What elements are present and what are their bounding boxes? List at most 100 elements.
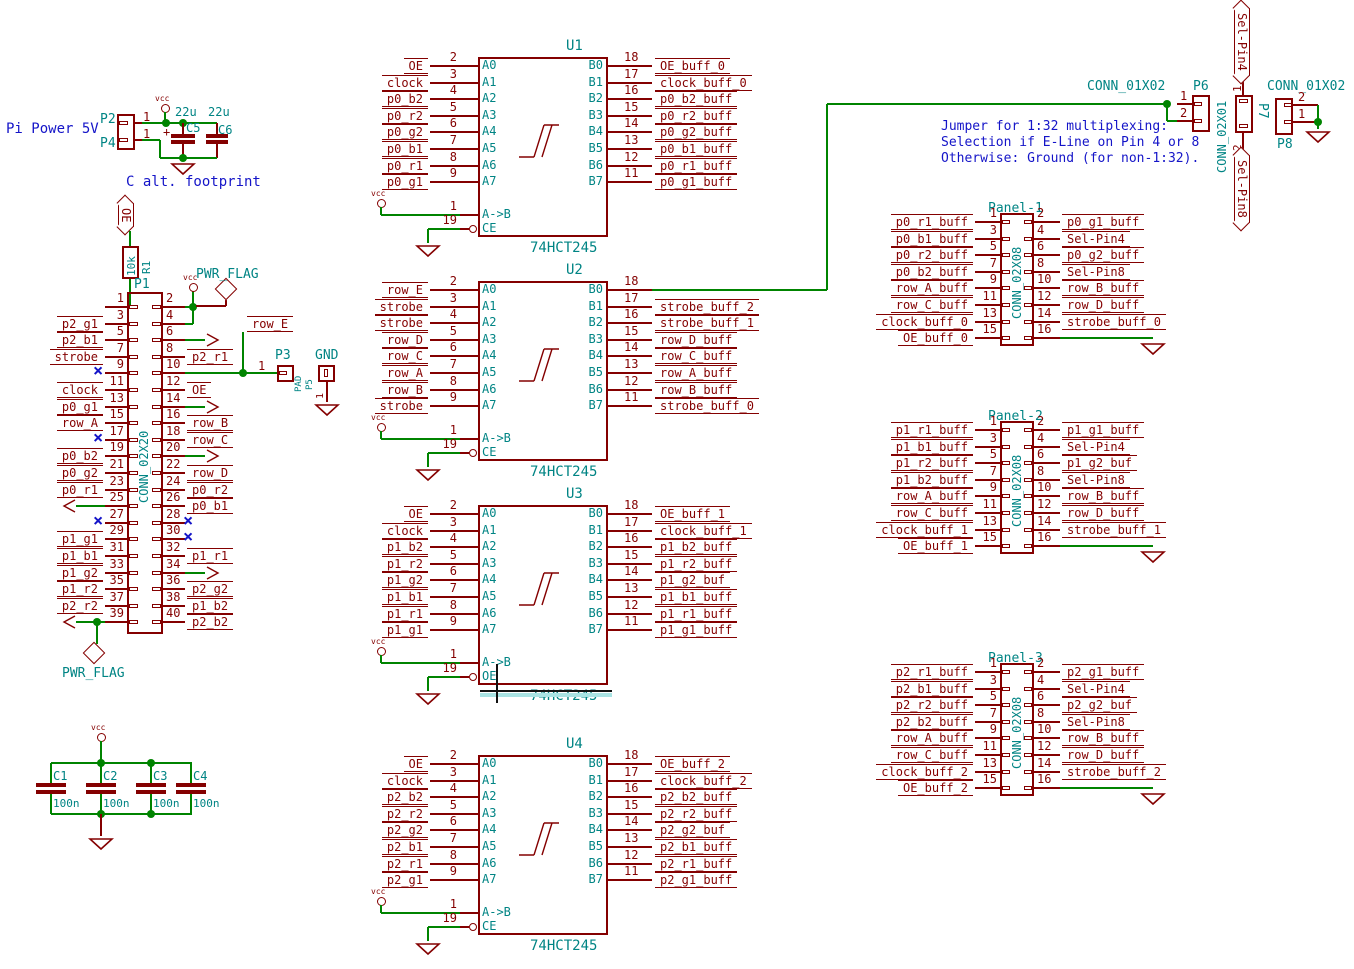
global-label-p1_g2[interactable]: p1_g2 bbox=[382, 572, 428, 588]
global-label-p1_r1[interactable]: p1_r1 bbox=[382, 606, 428, 622]
global-label-row_C[interactable]: row_C bbox=[382, 348, 428, 364]
global-label-p1_b1_buff[interactable]: p1_b1_buff bbox=[891, 439, 973, 455]
global-label-row_C_buff[interactable]: row_C_buff bbox=[655, 348, 737, 364]
global-label-p1_r2[interactable]: p1_r2 bbox=[382, 556, 428, 572]
global-label-OE_buff_1[interactable]: OE_buff_1 bbox=[898, 538, 973, 554]
global-label-p1_g1_buff[interactable]: p1_g1_buff bbox=[1062, 422, 1144, 438]
global-label-strobe_buff_1[interactable]: strobe_buff_1 bbox=[1062, 522, 1166, 538]
global-label-p0_b2[interactable]: p0_b2 bbox=[382, 91, 428, 107]
global-label-row_C_buff[interactable]: row_C_buff bbox=[891, 505, 973, 521]
global-label-row_D[interactable]: row_D bbox=[382, 332, 428, 348]
global-label-strobe_buff_2[interactable]: strobe_buff_2 bbox=[655, 299, 759, 315]
global-label-OE_buff_0[interactable]: OE_buff_0 bbox=[898, 330, 973, 346]
global-label-p0_g2[interactable]: p0_g2 bbox=[57, 465, 103, 481]
global-label-row_D_buff[interactable]: row_D_buff bbox=[1062, 747, 1144, 763]
note-jumper-line3[interactable]: Otherwise: Ground (for non-1:32). bbox=[941, 152, 1199, 165]
global-label-p1_g1[interactable]: p1_g1 bbox=[382, 622, 428, 638]
global-label-p0_b2_buff[interactable]: p0_b2_buff bbox=[655, 91, 737, 107]
global-label-row_B_buff[interactable]: row_B_buff bbox=[1062, 280, 1144, 296]
global-label-row_A_buff[interactable]: row_A_buff bbox=[891, 488, 973, 504]
global-label-p2_r1_buff[interactable]: p2_r1_buff bbox=[891, 664, 973, 680]
global-label-p1_g1[interactable]: p1_g1 bbox=[57, 531, 103, 547]
global-label-Sel-Pin8[interactable]: Sel-Pin8 bbox=[1062, 472, 1130, 488]
global-label-strobe[interactable]: strobe bbox=[375, 315, 428, 331]
global-label-p2_b2_buff[interactable]: p2_b2_buff bbox=[891, 714, 973, 730]
global-label-row_A_buff[interactable]: row_A_buff bbox=[891, 280, 973, 296]
global-label-p2_r1_buff[interactable]: p2_r1_buff bbox=[655, 856, 737, 872]
global-label-p0_g1[interactable]: p0_g1 bbox=[57, 399, 103, 415]
note-jumper-line1[interactable]: Jumper for 1:32 multiplexing: bbox=[941, 120, 1168, 133]
global-label-p2_g2[interactable]: p2_g2 bbox=[382, 822, 428, 838]
global-label-p2_r2_buff[interactable]: p2_r2_buff bbox=[655, 806, 737, 822]
global-label-OE[interactable]: OE bbox=[404, 506, 428, 522]
global-label-row_D_buff[interactable]: row_D_buff bbox=[1062, 297, 1144, 313]
global-label-p0_g1[interactable]: p0_g1 bbox=[382, 174, 428, 190]
global-label-p2_b1[interactable]: p2_b1 bbox=[57, 332, 103, 348]
global-label-row_D_buff[interactable]: row_D_buff bbox=[1062, 505, 1144, 521]
global-label-p0_r1_buff[interactable]: p0_r1_buff bbox=[655, 158, 737, 174]
global-label-row_E[interactable]: row_E bbox=[247, 316, 293, 332]
global-label-p2_r1[interactable]: p2_r1 bbox=[382, 856, 428, 872]
global-label-clock[interactable]: clock bbox=[382, 523, 428, 539]
global-label-p2_b2[interactable]: p2_b2 bbox=[382, 789, 428, 805]
global-label-p0_r1_buff[interactable]: p0_r1_buff bbox=[891, 214, 973, 230]
global-label-p1_b2_buff[interactable]: p1_b2_buff bbox=[655, 539, 737, 555]
global-label-p0_r2[interactable]: p0_r2 bbox=[382, 108, 428, 124]
global-label-p2_r2[interactable]: p2_r2 bbox=[57, 598, 103, 614]
global-label-OE[interactable]: OE bbox=[118, 203, 134, 227]
global-label-p0_r2_buff[interactable]: p0_r2_buff bbox=[891, 247, 973, 263]
global-label-p2_g1_buff[interactable]: p2_g1_buff bbox=[1062, 664, 1144, 680]
global-label-p1_r2_buff[interactable]: p1_r2_buff bbox=[891, 455, 973, 471]
global-label-p1_b2[interactable]: p1_b2 bbox=[382, 539, 428, 555]
global-label-row_A_buff[interactable]: row_A_buff bbox=[655, 365, 737, 381]
global-label-p0_g2_buff[interactable]: p0_g2_buff bbox=[655, 124, 737, 140]
global-label-p0_b1_buff[interactable]: p0_b1_buff bbox=[655, 141, 737, 157]
global-label-p2_r1[interactable]: p2_r1 bbox=[187, 349, 233, 365]
global-label-p1_b1_buff[interactable]: p1_b1_buff bbox=[655, 589, 737, 605]
capacitor-c6[interactable] bbox=[206, 140, 228, 144]
global-label-p2_b2_buff[interactable]: p2_b2_buff bbox=[655, 789, 737, 805]
global-label-p2_g1[interactable]: p2_g1 bbox=[382, 872, 428, 888]
global-label-OE_buff_0[interactable]: OE_buff_0 bbox=[655, 58, 730, 74]
global-label-clock_buff_0[interactable]: clock_buff_0 bbox=[876, 314, 973, 330]
global-label-p2_r2[interactable]: p2_r2 bbox=[382, 806, 428, 822]
global-label-strobe_buff_0[interactable]: strobe_buff_0 bbox=[1062, 314, 1166, 330]
global-label-p0_b2[interactable]: p0_b2 bbox=[57, 448, 103, 464]
global-label-clock[interactable]: clock bbox=[57, 382, 103, 398]
global-label-p2_g2_buf[interactable]: p2_g2_buf bbox=[655, 822, 730, 838]
capacitor-C3[interactable] bbox=[136, 783, 166, 787]
global-label-row_C_buff[interactable]: row_C_buff bbox=[891, 297, 973, 313]
global-label-row_B_buff[interactable]: row_B_buff bbox=[1062, 730, 1144, 746]
global-label-OE_buff_2[interactable]: OE_buff_2 bbox=[655, 756, 730, 772]
pwr-flag-symbol[interactable] bbox=[83, 642, 106, 665]
global-label-p1_b1[interactable]: p1_b1 bbox=[382, 589, 428, 605]
global-label-Sel-Pin4[interactable]: Sel-Pin4 bbox=[1062, 681, 1130, 697]
note-jumper-line2[interactable]: Selection if E-Line on Pin 4 or 8 bbox=[941, 136, 1199, 149]
global-label-p0_g2_buff[interactable]: p0_g2_buff bbox=[1062, 247, 1144, 263]
global-label-p0_b1[interactable]: p0_b1 bbox=[382, 141, 428, 157]
global-label-p1_r1_buff[interactable]: p1_r1_buff bbox=[891, 422, 973, 438]
global-label-row_B_buff[interactable]: row_B_buff bbox=[655, 382, 737, 398]
global-label-strobe[interactable]: strobe bbox=[375, 299, 428, 315]
global-label-p0_r1[interactable]: p0_r1 bbox=[57, 482, 103, 498]
global-label-clock_buff_1[interactable]: clock_buff_1 bbox=[876, 522, 973, 538]
global-label-p2_b1_buff[interactable]: p2_b1_buff bbox=[891, 681, 973, 697]
capacitor-C1[interactable] bbox=[36, 783, 66, 787]
global-label-p1_g2_buf[interactable]: p1_g2_buf bbox=[1062, 455, 1137, 471]
global-label-p1_r2_buff[interactable]: p1_r2_buff bbox=[655, 556, 737, 572]
global-label-p2_g2_buf[interactable]: p2_g2_buf bbox=[1062, 697, 1137, 713]
global-label-p0_b1_buff[interactable]: p0_b1_buff bbox=[891, 231, 973, 247]
global-label-row_E[interactable]: row_E bbox=[382, 282, 428, 298]
global-label-p0_g1_buff[interactable]: p0_g1_buff bbox=[655, 174, 737, 190]
capacitor-C2[interactable] bbox=[86, 783, 116, 787]
global-label-clock_buff_2[interactable]: clock_buff_2 bbox=[655, 773, 752, 789]
global-label-clock_buff_1[interactable]: clock_buff_1 bbox=[655, 523, 752, 539]
global-label-OE[interactable]: OE bbox=[404, 756, 428, 772]
global-label-p1_g1_buff[interactable]: p1_g1_buff bbox=[655, 622, 737, 638]
global-label-OE_buff_1[interactable]: OE_buff_1 bbox=[655, 506, 730, 522]
global-label-OE[interactable]: OE bbox=[404, 58, 428, 74]
global-label-row_B[interactable]: row_B bbox=[187, 415, 233, 431]
vcc-symbol[interactable] bbox=[189, 283, 198, 292]
global-label-p2_g1[interactable]: p2_g1 bbox=[57, 316, 103, 332]
global-label-row_D[interactable]: row_D bbox=[187, 465, 233, 481]
